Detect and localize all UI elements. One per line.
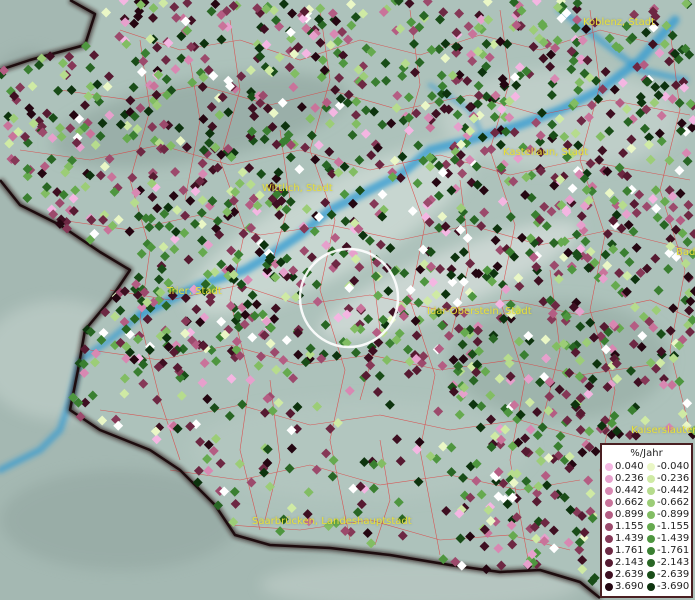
legend-swatch bbox=[647, 535, 655, 543]
legend-value: -0.236 bbox=[657, 473, 690, 484]
basemap bbox=[0, 0, 695, 600]
legend-swatch bbox=[647, 523, 655, 531]
legend-title: %/Jahr bbox=[630, 448, 663, 459]
legend-row: 0.236 -0.236 bbox=[602, 473, 691, 485]
legend-row: 1.439 -1.439 bbox=[602, 533, 691, 545]
legend-value: 1.761 bbox=[615, 545, 644, 556]
city-label: Idar-Oberstein, Stadt bbox=[427, 306, 532, 317]
legend-value: 3.690 bbox=[615, 581, 644, 592]
legend-row: 0.899 -0.899 bbox=[602, 509, 691, 521]
legend-row: 3.690 -3.690 bbox=[602, 581, 691, 593]
legend-value: -0.899 bbox=[657, 509, 690, 520]
legend-value: -2.143 bbox=[657, 557, 690, 568]
legend-swatch bbox=[647, 499, 655, 507]
legend-rows: 0.040 -0.040 0.236 -0.236 0.442 -0.442 0.662 -0… bbox=[602, 461, 691, 593]
city-label: Bad bbox=[676, 247, 695, 258]
city-label: Wittlich, Stadt bbox=[262, 183, 333, 194]
legend-value: -0.442 bbox=[657, 485, 690, 496]
legend-row: 2.639 -2.639 bbox=[602, 569, 691, 581]
city-label: Koblenz, Stadt bbox=[583, 17, 656, 28]
city-label: Kastellaun, Stadt bbox=[503, 147, 589, 158]
legend-swatch bbox=[647, 583, 655, 591]
legend-value: 1.155 bbox=[615, 521, 644, 532]
legend-value: 0.899 bbox=[615, 509, 644, 520]
legend-value: -1.761 bbox=[657, 545, 690, 556]
legend-swatch bbox=[605, 463, 613, 471]
legend-swatch bbox=[647, 511, 655, 519]
legend-row: 2.143 -2.143 bbox=[602, 557, 691, 569]
legend-swatch bbox=[647, 487, 655, 495]
legend-swatch bbox=[647, 463, 655, 471]
legend-value: 2.143 bbox=[615, 557, 644, 568]
legend-value: 0.442 bbox=[615, 485, 644, 496]
legend-row: 1.155 -1.155 bbox=[602, 521, 691, 533]
legend-value: -0.040 bbox=[657, 461, 690, 472]
legend-swatch bbox=[647, 559, 655, 567]
legend-value: -2.639 bbox=[657, 569, 690, 580]
city-label: Trier, Stadt bbox=[167, 286, 222, 297]
legend-value: 2.639 bbox=[615, 569, 644, 580]
city-label: Saarbrücken, Landeshauptstadt bbox=[252, 516, 412, 527]
legend-value: -3.690 bbox=[657, 581, 690, 592]
legend-swatch bbox=[605, 511, 613, 519]
legend-value: 0.236 bbox=[615, 473, 644, 484]
legend-swatch bbox=[605, 583, 613, 591]
legend-swatch bbox=[647, 547, 655, 555]
legend-row: 1.761 -1.761 bbox=[602, 545, 691, 557]
legend-swatch bbox=[605, 523, 613, 531]
legend-value: -0.662 bbox=[657, 497, 690, 508]
legend-swatch bbox=[647, 475, 655, 483]
legend-swatch bbox=[605, 547, 613, 555]
city-label: Kaiserslauter bbox=[631, 425, 695, 436]
legend-row: 0.040 -0.040 bbox=[602, 461, 691, 473]
legend-swatch bbox=[605, 487, 613, 495]
legend-row: 0.662 -0.662 bbox=[602, 497, 691, 509]
legend: %/Jahr 0.040 -0.040 0.236 -0.236 0.442 -0.442… bbox=[600, 443, 693, 598]
legend-swatch bbox=[647, 571, 655, 579]
map-view[interactable]: Koblenz, Stadt Kastellaun, Stadt Wittlich,… bbox=[0, 0, 695, 600]
legend-swatch bbox=[605, 475, 613, 483]
legend-swatch bbox=[605, 535, 613, 543]
legend-value: 1.439 bbox=[615, 533, 644, 544]
legend-row: 0.442 -0.442 bbox=[602, 485, 691, 497]
legend-value: 0.040 bbox=[615, 461, 644, 472]
legend-value: -1.155 bbox=[657, 521, 690, 532]
legend-swatch bbox=[605, 559, 613, 567]
legend-value: -1.439 bbox=[657, 533, 690, 544]
legend-swatch bbox=[605, 571, 613, 579]
legend-value: 0.662 bbox=[615, 497, 644, 508]
legend-swatch bbox=[605, 499, 613, 507]
